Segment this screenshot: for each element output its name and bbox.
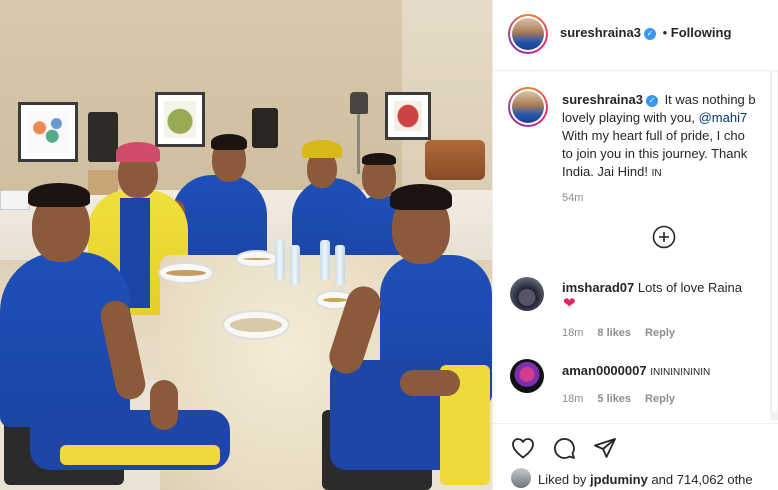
- likes-summary: Liked by jpduminy and 714,062 othe: [538, 472, 753, 487]
- scrollbar[interactable]: [770, 70, 778, 420]
- comment-username[interactable]: imsharad07: [562, 280, 634, 295]
- wall-object: [252, 108, 278, 148]
- header-username[interactable]: sureshraina3: [560, 25, 641, 40]
- caption-line-2: lovely playing with you,: [562, 110, 699, 125]
- share-icon[interactable]: [591, 434, 619, 462]
- caption-avatar[interactable]: [508, 87, 548, 127]
- liker-username[interactable]: jpduminy: [590, 472, 648, 487]
- reply-button[interactable]: Reply: [645, 393, 675, 405]
- plate-3: [222, 310, 290, 340]
- caption-line-4: to join you in this journey. Thank: [562, 146, 748, 161]
- comment-likes[interactable]: 5 likes: [597, 393, 631, 405]
- header-separator: •: [662, 25, 668, 40]
- caption-line-5: India. Jai Hind!: [562, 164, 652, 179]
- header-avatar[interactable]: [508, 14, 548, 54]
- following-button[interactable]: Following: [671, 25, 732, 40]
- comment-likes[interactable]: 8 likes: [597, 327, 631, 339]
- water-bottle-4: [335, 245, 345, 285]
- wall-speaker: [88, 112, 118, 162]
- comment-time[interactable]: 18m: [562, 327, 583, 339]
- likes-suffix[interactable]: and 714,062 othe: [648, 472, 752, 487]
- header-divider: [493, 70, 778, 71]
- actions-divider: [493, 423, 778, 424]
- heart-emoji-icon: ❤: [563, 295, 576, 312]
- post-photo[interactable]: [0, 0, 492, 490]
- likes-prefix: Liked by: [538, 472, 591, 487]
- comment-time[interactable]: 18m: [562, 393, 583, 405]
- scrollbar-thumb[interactable]: [771, 72, 777, 412]
- reply-button[interactable]: Reply: [645, 327, 675, 339]
- comment-text: ININININININ: [650, 367, 711, 378]
- comment-username[interactable]: aman0000007: [562, 363, 647, 378]
- mention-link[interactable]: @mahi7: [699, 110, 748, 125]
- caption-line-3: With my heart full of pride, I cho: [562, 128, 745, 143]
- comment-text: Lots of love Raina: [637, 280, 742, 295]
- buffet-dishes: [425, 140, 485, 180]
- caption-verified-icon: ✓: [645, 94, 658, 107]
- counter-box: [0, 190, 30, 210]
- comment-avatar[interactable]: [510, 359, 544, 393]
- liker-avatar[interactable]: [511, 468, 531, 488]
- post-side-panel: sureshraina3 ✓ • Following sureshraina3 ✓ …: [492, 0, 778, 490]
- comment-icon[interactable]: [550, 434, 578, 462]
- water-bottle-3: [320, 240, 330, 280]
- counter-bag: [88, 170, 118, 195]
- comment-avatar[interactable]: [510, 277, 544, 311]
- heart-icon[interactable]: [509, 434, 537, 462]
- verified-icon: ✓: [643, 27, 656, 40]
- plate-2: [235, 250, 279, 268]
- wall-frame-1: [18, 102, 78, 162]
- wall-frame-2: [155, 92, 205, 147]
- water-bottle-2: [290, 245, 300, 285]
- india-flag-label: IN: [651, 168, 662, 179]
- caption-line-1: It was nothing b: [664, 92, 756, 107]
- plus-circle-icon[interactable]: [651, 224, 677, 250]
- caption-time[interactable]: 54m: [562, 192, 583, 204]
- plate-1: [158, 262, 214, 284]
- water-bottle-1: [275, 240, 285, 280]
- wall-frame-3: [385, 92, 431, 140]
- caption-username[interactable]: sureshraina3: [562, 92, 643, 107]
